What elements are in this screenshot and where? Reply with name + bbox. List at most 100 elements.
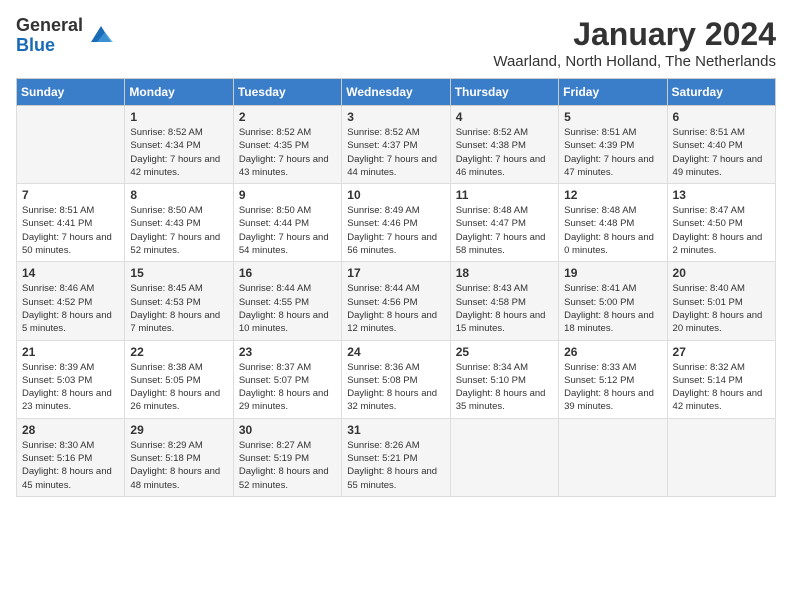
day-number: 5 (564, 110, 661, 124)
day-number: 17 (347, 266, 444, 280)
day-cell: 29 Sunrise: 8:29 AMSunset: 5:18 PMDayligh… (125, 418, 233, 496)
day-number: 29 (130, 423, 227, 437)
day-number: 27 (673, 345, 770, 359)
day-cell: 25 Sunrise: 8:34 AMSunset: 5:10 PMDayligh… (450, 340, 558, 418)
day-info: Sunrise: 8:48 AMSunset: 4:47 PMDaylight:… (456, 204, 553, 257)
logo: General Blue (16, 16, 115, 56)
day-cell: 11 Sunrise: 8:48 AMSunset: 4:47 PMDayligh… (450, 184, 558, 262)
day-number: 24 (347, 345, 444, 359)
day-info: Sunrise: 8:29 AMSunset: 5:18 PMDaylight:… (130, 439, 227, 492)
day-info: Sunrise: 8:39 AMSunset: 5:03 PMDaylight:… (22, 361, 119, 414)
day-cell: 14 Sunrise: 8:46 AMSunset: 4:52 PMDayligh… (17, 262, 125, 340)
day-cell: 13Sunrise: 8:47 AMSunset: 4:50 PMDayligh… (667, 184, 775, 262)
day-info: Sunrise: 8:34 AMSunset: 5:10 PMDaylight:… (456, 361, 553, 414)
day-cell: 31 Sunrise: 8:26 AMSunset: 5:21 PMDayligh… (342, 418, 450, 496)
day-cell: 24 Sunrise: 8:36 AMSunset: 5:08 PMDayligh… (342, 340, 450, 418)
day-info: Sunrise: 8:43 AMSunset: 4:58 PMDaylight:… (456, 282, 553, 335)
day-number: 23 (239, 345, 336, 359)
day-info: Sunrise: 8:49 AMSunset: 4:46 PMDaylight:… (347, 204, 444, 257)
day-info: Sunrise: 8:32 AMSunset: 5:14 PMDaylight:… (673, 361, 770, 414)
day-number: 15 (130, 266, 227, 280)
day-cell: 8Sunrise: 8:50 AMSunset: 4:43 PMDaylight… (125, 184, 233, 262)
day-cell: 28Sunrise: 8:30 AMSunset: 5:16 PMDayligh… (17, 418, 125, 496)
day-cell (450, 418, 558, 496)
day-info: Sunrise: 8:46 AMSunset: 4:52 PMDaylight:… (22, 282, 119, 335)
day-cell: 26 Sunrise: 8:33 AMSunset: 5:12 PMDayligh… (559, 340, 667, 418)
day-number: 26 (564, 345, 661, 359)
day-number: 3 (347, 110, 444, 124)
header-tuesday: Tuesday (233, 79, 341, 106)
day-number: 18 (456, 266, 553, 280)
day-number: 21 (22, 345, 119, 359)
week-row-4: 21 Sunrise: 8:39 AMSunset: 5:03 PMDayligh… (17, 340, 776, 418)
day-cell: 5 Sunrise: 8:51 AMSunset: 4:39 PMDaylight… (559, 106, 667, 184)
day-info: Sunrise: 8:52 AMSunset: 4:35 PMDaylight:… (239, 126, 336, 179)
logo-icon (87, 22, 115, 50)
day-number: 25 (456, 345, 553, 359)
day-number: 30 (239, 423, 336, 437)
day-info: Sunrise: 8:36 AMSunset: 5:08 PMDaylight:… (347, 361, 444, 414)
logo-blue-text: Blue (16, 35, 55, 55)
day-cell: 10 Sunrise: 8:49 AMSunset: 4:46 PMDayligh… (342, 184, 450, 262)
day-number: 16 (239, 266, 336, 280)
day-number: 4 (456, 110, 553, 124)
day-cell: 19Sunrise: 8:41 AMSunset: 5:00 PMDayligh… (559, 262, 667, 340)
day-number: 10 (347, 188, 444, 202)
day-number: 22 (130, 345, 227, 359)
day-cell: 30 Sunrise: 8:27 AMSunset: 5:19 PMDayligh… (233, 418, 341, 496)
day-number: 8 (130, 188, 227, 202)
day-info: Sunrise: 8:44 AMSunset: 4:56 PMDaylight:… (347, 282, 444, 335)
day-cell: 12Sunrise: 8:48 AMSunset: 4:48 PMDayligh… (559, 184, 667, 262)
calendar-table: SundayMondayTuesdayWednesdayThursdayFrid… (16, 78, 776, 497)
day-number: 7 (22, 188, 119, 202)
day-info: Sunrise: 8:40 AMSunset: 5:01 PMDaylight:… (673, 282, 770, 335)
day-info: Sunrise: 8:52 AMSunset: 4:38 PMDaylight:… (456, 126, 553, 179)
day-cell: 20 Sunrise: 8:40 AMSunset: 5:01 PMDayligh… (667, 262, 775, 340)
day-cell: 23 Sunrise: 8:37 AMSunset: 5:07 PMDayligh… (233, 340, 341, 418)
day-number: 19 (564, 266, 661, 280)
day-cell: 18 Sunrise: 8:43 AMSunset: 4:58 PMDayligh… (450, 262, 558, 340)
day-number: 31 (347, 423, 444, 437)
week-row-2: 7 Sunrise: 8:51 AMSunset: 4:41 PMDaylight… (17, 184, 776, 262)
header-monday: Monday (125, 79, 233, 106)
day-number: 1 (130, 110, 227, 124)
day-info: Sunrise: 8:26 AMSunset: 5:21 PMDaylight:… (347, 439, 444, 492)
month-title: January 2024 (493, 16, 776, 53)
day-info: Sunrise: 8:52 AMSunset: 4:34 PMDaylight:… (130, 126, 227, 179)
day-cell (559, 418, 667, 496)
title-block: January 2024 Waarland, North Holland, Th… (493, 16, 776, 70)
day-info: Sunrise: 8:37 AMSunset: 5:07 PMDaylight:… (239, 361, 336, 414)
week-row-5: 28Sunrise: 8:30 AMSunset: 5:16 PMDayligh… (17, 418, 776, 496)
day-info: Sunrise: 8:51 AMSunset: 4:41 PMDaylight:… (22, 204, 119, 257)
day-number: 6 (673, 110, 770, 124)
day-cell: 27 Sunrise: 8:32 AMSunset: 5:14 PMDayligh… (667, 340, 775, 418)
day-info: Sunrise: 8:44 AMSunset: 4:55 PMDaylight:… (239, 282, 336, 335)
header-thursday: Thursday (450, 79, 558, 106)
day-cell: 6Sunrise: 8:51 AMSunset: 4:40 PMDaylight… (667, 106, 775, 184)
day-number: 14 (22, 266, 119, 280)
day-cell (667, 418, 775, 496)
header-friday: Friday (559, 79, 667, 106)
day-cell: 1 Sunrise: 8:52 AMSunset: 4:34 PMDaylight… (125, 106, 233, 184)
location-title: Waarland, North Holland, The Netherlands (493, 53, 776, 70)
day-cell: 2Sunrise: 8:52 AMSunset: 4:35 PMDaylight… (233, 106, 341, 184)
day-info: Sunrise: 8:45 AMSunset: 4:53 PMDaylight:… (130, 282, 227, 335)
calendar-header-row: SundayMondayTuesdayWednesdayThursdayFrid… (17, 79, 776, 106)
day-cell (17, 106, 125, 184)
day-cell: 3 Sunrise: 8:52 AMSunset: 4:37 PMDaylight… (342, 106, 450, 184)
header-wednesday: Wednesday (342, 79, 450, 106)
day-info: Sunrise: 8:27 AMSunset: 5:19 PMDaylight:… (239, 439, 336, 492)
day-cell: 9Sunrise: 8:50 AMSunset: 4:44 PMDaylight… (233, 184, 341, 262)
day-number: 9 (239, 188, 336, 202)
day-info: Sunrise: 8:47 AMSunset: 4:50 PMDaylight:… (673, 204, 770, 257)
day-info: Sunrise: 8:33 AMSunset: 5:12 PMDaylight:… (564, 361, 661, 414)
day-number: 11 (456, 188, 553, 202)
header-sunday: Sunday (17, 79, 125, 106)
day-cell: 17 Sunrise: 8:44 AMSunset: 4:56 PMDayligh… (342, 262, 450, 340)
day-cell: 4 Sunrise: 8:52 AMSunset: 4:38 PMDaylight… (450, 106, 558, 184)
page-header: General Blue January 2024 Waarland, Nort… (16, 16, 776, 70)
day-cell: 15 Sunrise: 8:45 AMSunset: 4:53 PMDayligh… (125, 262, 233, 340)
day-info: Sunrise: 8:51 AMSunset: 4:39 PMDaylight:… (564, 126, 661, 179)
day-info: Sunrise: 8:52 AMSunset: 4:37 PMDaylight:… (347, 126, 444, 179)
day-number: 20 (673, 266, 770, 280)
